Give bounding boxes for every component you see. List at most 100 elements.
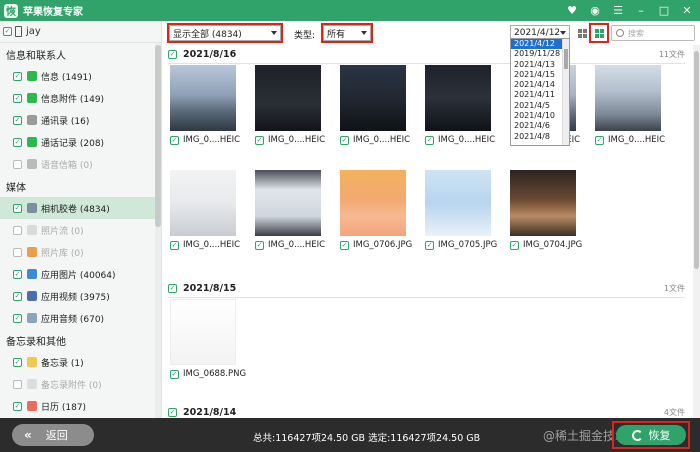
group-checkbox[interactable]: ✓ — [168, 407, 177, 417]
photo-image[interactable] — [595, 65, 661, 131]
sidebar-item[interactable]: ✓ 应用音频 (670) — [0, 307, 161, 329]
checkbox[interactable]: ✓ — [13, 71, 22, 81]
group-checkbox[interactable]: ✓ — [168, 49, 177, 59]
photo-checkbox[interactable]: ✓ — [255, 135, 264, 145]
checkbox[interactable]: ✓ — [13, 291, 22, 301]
sidebar-item[interactable]: ✓ 相机胶卷 (4834) — [0, 197, 161, 219]
checkbox[interactable] — [13, 379, 22, 389]
photo-image[interactable] — [340, 170, 406, 236]
sidebar-item[interactable]: ✓ 备忘录 (1) — [0, 351, 161, 373]
photo-thumbnail[interactable]: ✓ IMG_0688.PNG — [170, 299, 246, 379]
content-scrollbar[interactable] — [693, 45, 700, 418]
photo-image[interactable] — [510, 170, 576, 236]
checkbox[interactable] — [13, 159, 22, 169]
date-option[interactable]: 2021/4/8 — [511, 132, 569, 142]
photo-thumbnail[interactable]: ✓ IMG_0....HEIC — [170, 65, 240, 145]
sidebar-scrollbar[interactable] — [155, 43, 161, 418]
date-option[interactable]: 2021/4/12 — [511, 39, 569, 50]
checkbox[interactable]: ✓ — [13, 203, 22, 213]
sidebar-item-label: 照片流 (0) — [41, 226, 84, 237]
photo-thumbnail[interactable]: ✓ IMG_0705.JPG — [425, 170, 497, 250]
photo-checkbox[interactable]: ✓ — [340, 135, 349, 145]
checkbox[interactable]: ✓ — [13, 137, 22, 147]
search-box[interactable]: 搜索 — [611, 25, 695, 41]
photo-checkbox[interactable]: ✓ — [170, 369, 179, 379]
device-row[interactable]: ✓ jay — [0, 21, 161, 43]
checkbox[interactable] — [13, 225, 22, 235]
checkbox[interactable]: ✓ — [13, 115, 22, 125]
sidebar-item[interactable]: 照片流 (0) — [0, 219, 161, 241]
date-option[interactable]: 2021/4/6 — [511, 121, 569, 131]
photo-image[interactable] — [340, 65, 406, 131]
photo-checkbox[interactable]: ✓ — [255, 240, 264, 250]
photo-thumbnail[interactable]: ✓ IMG_0....HEIC — [170, 170, 240, 250]
sidebar-item[interactable]: ✓ 应用视频 (3975) — [0, 285, 161, 307]
sidebar-item[interactable]: ✓ 通讯录 (16) — [0, 109, 161, 131]
photo-image[interactable] — [170, 299, 236, 365]
photo-checkbox[interactable]: ✓ — [595, 135, 604, 145]
date-option[interactable]: 2021/4/11 — [511, 90, 569, 100]
type-select[interactable]: 所有 — [321, 23, 373, 43]
device-checkbox[interactable]: ✓ — [3, 27, 12, 36]
content-scroll-thumb[interactable] — [694, 51, 699, 269]
photo-thumbnail[interactable]: ✓ IMG_0....HEIC — [425, 65, 495, 145]
sidebar-item[interactable]: ✓ 应用图片 (40064) — [0, 263, 161, 285]
checkbox[interactable]: ✓ — [13, 313, 22, 323]
list-view-button[interactable] — [574, 25, 590, 41]
heart-icon[interactable]: ♥ — [565, 3, 579, 17]
sidebar-scroll-thumb[interactable] — [155, 45, 161, 227]
sidebar-item[interactable]: 备忘录附件 (0) — [0, 373, 161, 395]
sidebar-item[interactable]: ✓ 通话记录 (208) — [0, 131, 161, 153]
date-option[interactable]: 2021/4/14 — [511, 80, 569, 90]
menu-icon[interactable]: ☰ — [611, 3, 625, 17]
close-icon[interactable]: ✕ — [680, 3, 694, 17]
date-option[interactable]: 2021/4/13 — [511, 60, 569, 70]
sidebar-item[interactable]: ✓ 日历 (187) — [0, 395, 161, 417]
photo-thumbnail[interactable]: ✓ IMG_0....HEIC — [255, 170, 325, 250]
checkbox[interactable]: ✓ — [13, 93, 22, 103]
photo-checkbox[interactable]: ✓ — [425, 240, 434, 250]
checkbox[interactable]: ✓ — [13, 269, 22, 279]
date-list-scroll-thumb[interactable] — [564, 49, 568, 69]
sidebar-item[interactable]: 语音信箱 (0) — [0, 153, 161, 175]
message-icon[interactable]: ◉ — [588, 3, 602, 17]
photo-image[interactable] — [170, 65, 236, 131]
photo-image[interactable] — [170, 170, 236, 236]
back-button[interactable]: « 返回 — [12, 424, 94, 446]
photo-image[interactable] — [255, 65, 321, 131]
date-dropdown-list[interactable]: 2021/4/12 2019/11/28 2021/4/13 2021/4/15 202… — [510, 38, 570, 146]
checkbox[interactable]: ✓ — [13, 357, 22, 367]
sidebar-item[interactable]: 照片库 (0) — [0, 241, 161, 263]
photo-checkbox[interactable]: ✓ — [340, 240, 349, 250]
photo-checkbox[interactable]: ✓ — [510, 240, 519, 250]
checkbox[interactable]: ✓ — [13, 401, 22, 411]
photo-thumbnail[interactable]: ✓ IMG_0....HEIC — [255, 65, 325, 145]
grid-view-button[interactable] — [589, 23, 609, 43]
date-option[interactable]: 2021/4/5 — [511, 101, 569, 111]
photo-checkbox[interactable]: ✓ — [425, 135, 434, 145]
photo-checkbox[interactable]: ✓ — [170, 240, 179, 250]
maximize-icon[interactable]: □ — [657, 3, 671, 17]
sidebar-item[interactable]: ✓ 信息 (1491) — [0, 65, 161, 87]
photo-thumbnail[interactable]: ✓ IMG_0706.JPG — [340, 170, 412, 250]
photo-image[interactable] — [255, 170, 321, 236]
date-list-scrollbar[interactable] — [562, 39, 569, 145]
minimize-icon[interactable]: – — [634, 3, 648, 17]
search-input[interactable]: 搜索 — [628, 28, 644, 39]
show-filter-select[interactable]: 显示全部 (4834) — [167, 23, 283, 43]
date-option[interactable]: 2021/4/15 — [511, 70, 569, 80]
photo-thumbnail[interactable]: ✓ IMG_0....HEIC — [595, 65, 665, 145]
phone-icon — [27, 137, 37, 147]
checkbox[interactable] — [13, 247, 22, 257]
photo-thumbnail[interactable]: ✓ IMG_0704.JPG — [510, 170, 582, 250]
date-option[interactable]: 2021/4/10 — [511, 111, 569, 121]
sidebar-item[interactable]: ✓ 信息附件 (149) — [0, 87, 161, 109]
photo-image[interactable] — [425, 170, 491, 236]
recover-button[interactable]: 恢复 — [612, 421, 690, 449]
photo-thumbnail[interactable]: ✓ IMG_0....HEIC — [340, 65, 410, 145]
photo-checkbox[interactable]: ✓ — [170, 135, 179, 145]
group-checkbox[interactable]: ✓ — [168, 283, 177, 293]
sidebar-item-label: 日历 (187) — [41, 402, 87, 413]
photo-image[interactable] — [425, 65, 491, 131]
date-option[interactable]: 2019/11/28 — [511, 49, 569, 59]
